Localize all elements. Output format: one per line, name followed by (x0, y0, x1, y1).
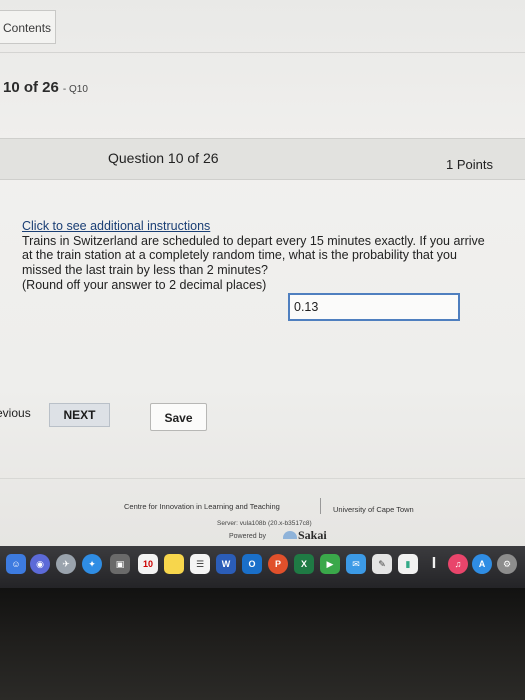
additional-instructions-link[interactable]: Click to see additional instructions (22, 219, 492, 234)
answer-row: (Round off your answer to 2 decimal plac… (22, 278, 492, 293)
mac-dock: ☺ ◉ ✈ ✦ ▣ 10 ☰ W O P X ▶ ✉ ✎ ▮ I ♫ A ⚙ (0, 546, 525, 588)
word-icon[interactable]: W (216, 554, 236, 574)
footer-powered-by: Powered by (229, 533, 266, 540)
messages-icon[interactable]: ✉ (346, 554, 366, 574)
music-icon[interactable]: ♫ (448, 554, 468, 574)
save-button[interactable]: Save (150, 403, 207, 431)
next-button[interactable]: NEXT (49, 403, 110, 427)
app-store-icon[interactable]: A (472, 554, 492, 574)
finder-icon[interactable]: ☺ (6, 554, 26, 574)
notes-icon[interactable] (164, 554, 184, 574)
laptop-bezel (0, 588, 525, 700)
numbers-icon[interactable]: ▮ (398, 554, 418, 574)
header-divider (0, 52, 525, 53)
excel-icon[interactable]: X (294, 554, 314, 574)
preview-icon[interactable]: ✎ (372, 554, 392, 574)
footer-university-link[interactable]: University of Cape Town (333, 505, 414, 514)
siri-icon[interactable]: ◉ (30, 554, 50, 574)
page-title: 10 of 26- Q10 (3, 79, 88, 96)
answer-input[interactable] (288, 293, 460, 321)
footer-centre-link[interactable]: Centre for Innovation in Learning and Te… (124, 502, 280, 511)
page-footer: Centre for Innovation in Learning and Te… (0, 478, 525, 548)
answer-prompt: (Round off your answer to 2 decimal plac… (22, 278, 267, 292)
powerpoint-label: P (274, 559, 281, 569)
word-label: W (221, 559, 231, 569)
excel-label: X (300, 559, 307, 569)
question-code: - Q10 (62, 84, 88, 95)
points-label: 1 Points (446, 157, 493, 172)
contents-tab-label: Contents (3, 21, 52, 35)
footer-divider (320, 498, 321, 514)
calendar-day: 10 (142, 559, 153, 569)
question-header-bar: Question 10 of 26 1 Points (0, 138, 525, 180)
outlook-icon[interactable]: O (242, 554, 262, 574)
system-preferences-icon[interactable]: ⚙ (497, 554, 517, 574)
question-number-label: Question 10 of 26 (108, 150, 219, 166)
safari-icon[interactable]: ✦ (82, 554, 102, 574)
calendar-icon[interactable]: 10 (138, 554, 158, 574)
contents-tab[interactable]: Contents (0, 10, 56, 44)
sakai-logo-icon (283, 531, 297, 539)
question-text: Trains in Switzerland are scheduled to d… (22, 233, 485, 277)
progress-count: 10 of 26 (3, 79, 59, 96)
reminders-icon[interactable]: ☰ (190, 554, 210, 574)
outlook-label: O (248, 559, 256, 569)
question-body: Click to see additional instructions Tra… (22, 219, 492, 293)
text-cursor-icon[interactable]: I (424, 554, 444, 574)
sakai-logo-text[interactable]: Sakai (298, 528, 327, 543)
footer-server-info: Server: vula108b (20.x-b3517c8) (217, 520, 312, 527)
facetime-icon[interactable]: ▶ (320, 554, 340, 574)
previous-button[interactable]: evious (0, 402, 48, 428)
photos-icon[interactable]: ▣ (110, 554, 130, 574)
launchpad-icon[interactable]: ✈ (56, 554, 76, 574)
browser-screen: Contents 10 of 26- Q10 Question 10 of 26… (0, 0, 525, 548)
powerpoint-icon[interactable]: P (268, 554, 288, 574)
